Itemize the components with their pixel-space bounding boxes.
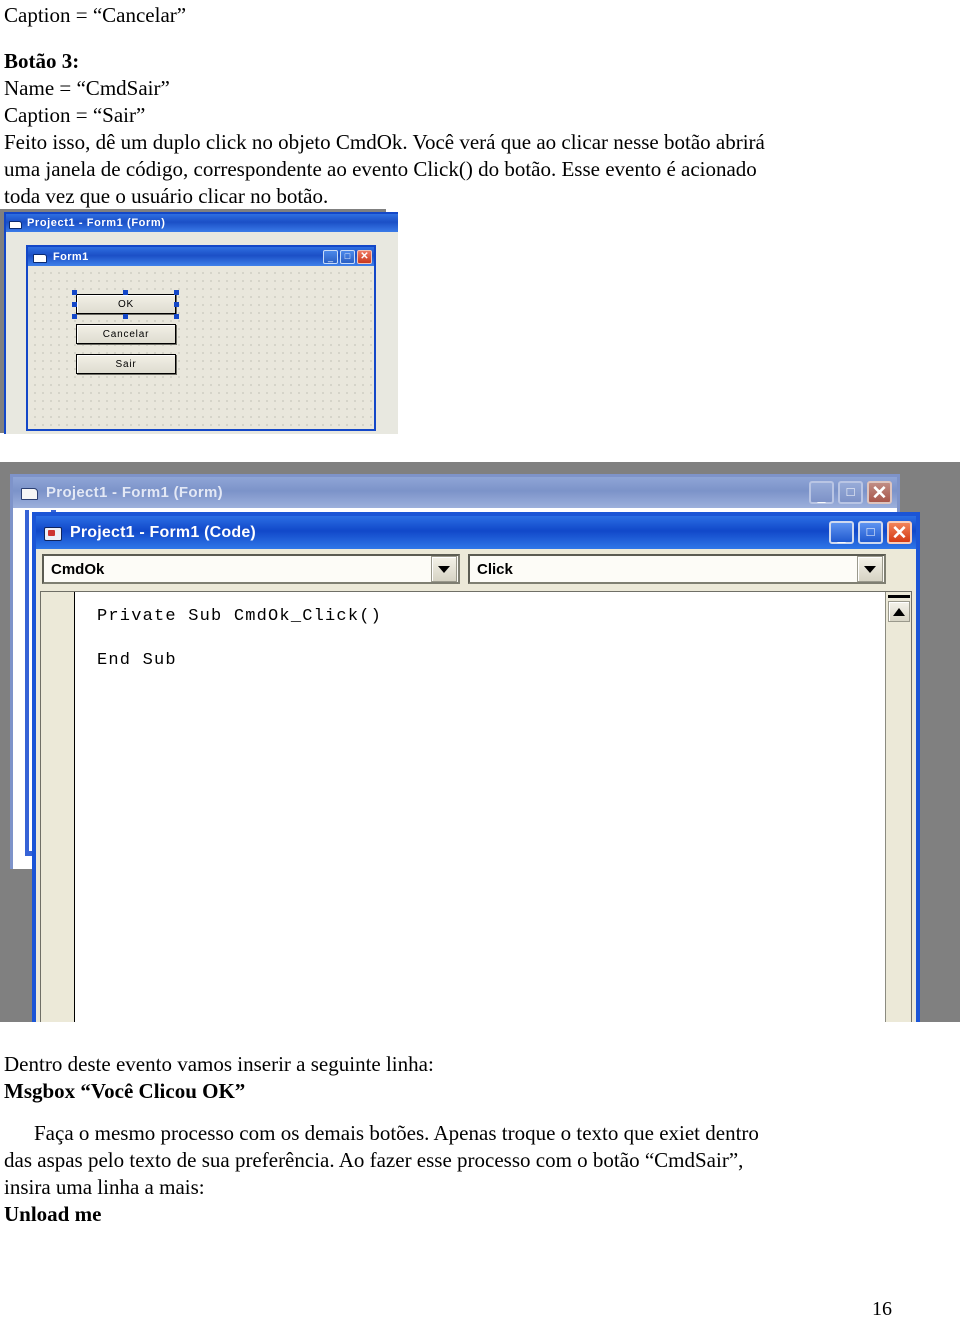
vertical-scrollbar[interactable] xyxy=(885,592,911,1022)
event-combobox-value: Click xyxy=(477,560,513,578)
caption-sair-line: Caption = “Sair” xyxy=(4,103,146,127)
selection-handle[interactable] xyxy=(123,314,128,319)
maximize-icon: □ xyxy=(344,250,351,261)
triangle-up-icon xyxy=(893,607,905,616)
minimize-icon: _ xyxy=(327,251,333,262)
bottom-text-block: Dentro deste evento vamos inserir a segu… xyxy=(4,1051,954,1228)
chevron-down-icon[interactable] xyxy=(857,556,883,582)
minimize-button[interactable]: _ xyxy=(809,481,834,504)
form1-window-buttons: _ □ ✕ xyxy=(323,249,372,264)
form-design-canvas[interactable]: OK Cancelar Sair xyxy=(28,266,374,429)
code-text-area[interactable]: Private Sub CmdOk_Click() End Sub xyxy=(75,592,885,1022)
editor-margin-indicator-bar[interactable] xyxy=(41,592,75,1022)
mdi-form-window: Project1 - Form1 (Form) Form1 _ □ ✕ OK C… xyxy=(4,212,398,434)
close-icon: ✕ xyxy=(891,523,908,544)
intro-paragraph-line-3: toda vez que o usuário clicar no botão. xyxy=(4,184,329,208)
code-titlebar[interactable]: Project1 - Form1 (Code) _ □ ✕ xyxy=(36,516,916,549)
caption-cancelar-line: Caption = “Cancelar” xyxy=(4,3,187,27)
vb-code-window: Project1 - Form1 (Code) _ □ ✕ CmdOk Clic… xyxy=(32,512,920,1022)
document-page: Caption = “Cancelar” Botão 3: Name = “Cm… xyxy=(0,0,960,1331)
maximize-button[interactable]: □ xyxy=(858,521,883,544)
scroll-up-button[interactable] xyxy=(888,601,910,622)
close-icon: ✕ xyxy=(360,250,369,262)
intro-paragraph: Feito isso, dê um duplo click no objeto … xyxy=(4,129,954,210)
form-window-icon xyxy=(9,218,22,229)
page-number: 16 xyxy=(872,1298,892,1320)
closing-paragraph-line-3: insira uma linha a mais: xyxy=(4,1175,205,1199)
code-module-icon xyxy=(44,525,62,541)
code-window-buttons: _ □ ✕ xyxy=(829,521,912,544)
event-combobox[interactable]: Click xyxy=(468,554,886,584)
background-form-titlebar[interactable]: Project1 - Form1 (Form) _ □ ✕ xyxy=(13,477,897,508)
background-window-buttons: _ □ ✕ xyxy=(809,481,892,504)
selection-handle[interactable] xyxy=(174,314,179,319)
msgbox-code-line: Msgbox “Você Clicou OK” xyxy=(4,1079,246,1103)
code-line: Private Sub CmdOk_Click() xyxy=(97,607,383,626)
object-combobox[interactable]: CmdOk xyxy=(42,554,460,584)
heading-botao-3: Botão 3: xyxy=(4,49,80,73)
unload-me-code-line: Unload me xyxy=(4,1202,102,1226)
background-form-title-text: Project1 - Form1 (Form) xyxy=(46,484,223,501)
maximize-icon: □ xyxy=(846,484,855,499)
screenshot-code-window: Project1 - Form1 (Form) _ □ ✕ Project1 -… xyxy=(0,462,960,1022)
selection-handle[interactable] xyxy=(123,290,128,295)
minimize-icon: _ xyxy=(817,487,826,503)
mdi-form-title-text: Project1 - Form1 (Form) xyxy=(27,217,166,229)
form1-titlebar[interactable]: Form1 _ □ ✕ xyxy=(28,247,374,266)
minimize-icon: _ xyxy=(837,527,846,543)
close-button[interactable]: ✕ xyxy=(357,249,372,264)
form-window-icon xyxy=(21,485,38,500)
selection-handle[interactable] xyxy=(174,290,179,295)
form1-title-text: Form1 xyxy=(53,250,89,263)
code-editor[interactable]: Private Sub CmdOk_Click() End Sub xyxy=(40,591,912,1022)
closing-paragraph-line-2: das aspas pelo texto de sua preferência.… xyxy=(4,1148,744,1172)
code-title-text: Project1 - Form1 (Code) xyxy=(70,523,256,541)
maximize-icon: □ xyxy=(866,524,875,539)
form-button-ok[interactable]: OK xyxy=(76,294,176,314)
form-button-cancelar[interactable]: Cancelar xyxy=(76,324,176,344)
code-window-combo-row: CmdOk Click xyxy=(36,549,916,589)
text-spacer xyxy=(4,1105,954,1120)
screenshot-form-designer: Project1 - Form1 (Form) Form1 _ □ ✕ OK C… xyxy=(0,209,398,434)
intro-paragraph-line-1: Feito isso, dê um duplo click no objeto … xyxy=(4,130,765,154)
intro-paragraph-line-2: uma janela de código, correspondente ao … xyxy=(4,157,757,181)
mdi-form-titlebar: Project1 - Form1 (Form) xyxy=(6,214,398,232)
close-button[interactable]: ✕ xyxy=(867,481,892,504)
selection-handle[interactable] xyxy=(72,302,77,307)
form-window-icon xyxy=(33,251,47,263)
selection-handle[interactable] xyxy=(72,290,77,295)
closing-paragraph-line-1: Faça o mesmo processo com os demais botõ… xyxy=(34,1121,759,1145)
name-cmdsair-line: Name = “CmdSair” xyxy=(4,76,170,100)
close-button[interactable]: ✕ xyxy=(887,521,912,544)
selection-handle[interactable] xyxy=(174,302,179,307)
maximize-button[interactable]: □ xyxy=(340,249,355,264)
minimize-button[interactable]: _ xyxy=(323,249,338,264)
closing-paragraph: Faça o mesmo processo com os demais botõ… xyxy=(4,1120,954,1201)
selection-handle[interactable] xyxy=(72,314,77,319)
minimize-button[interactable]: _ xyxy=(829,521,854,544)
scrollbar-top-divider xyxy=(888,595,910,598)
maximize-button[interactable]: □ xyxy=(838,481,863,504)
chevron-down-icon[interactable] xyxy=(431,556,457,582)
text-spacer xyxy=(4,29,954,48)
form1-window: Form1 _ □ ✕ OK Cancelar Sair xyxy=(26,245,376,431)
top-text-block: Caption = “Cancelar” Botão 3: Name = “Cm… xyxy=(4,2,954,210)
insert-line-instruction: Dentro deste evento vamos inserir a segu… xyxy=(4,1052,434,1076)
code-line: End Sub xyxy=(97,651,177,670)
close-icon: ✕ xyxy=(871,483,888,504)
form-button-sair[interactable]: Sair xyxy=(76,354,176,374)
object-combobox-value: CmdOk xyxy=(51,560,105,578)
